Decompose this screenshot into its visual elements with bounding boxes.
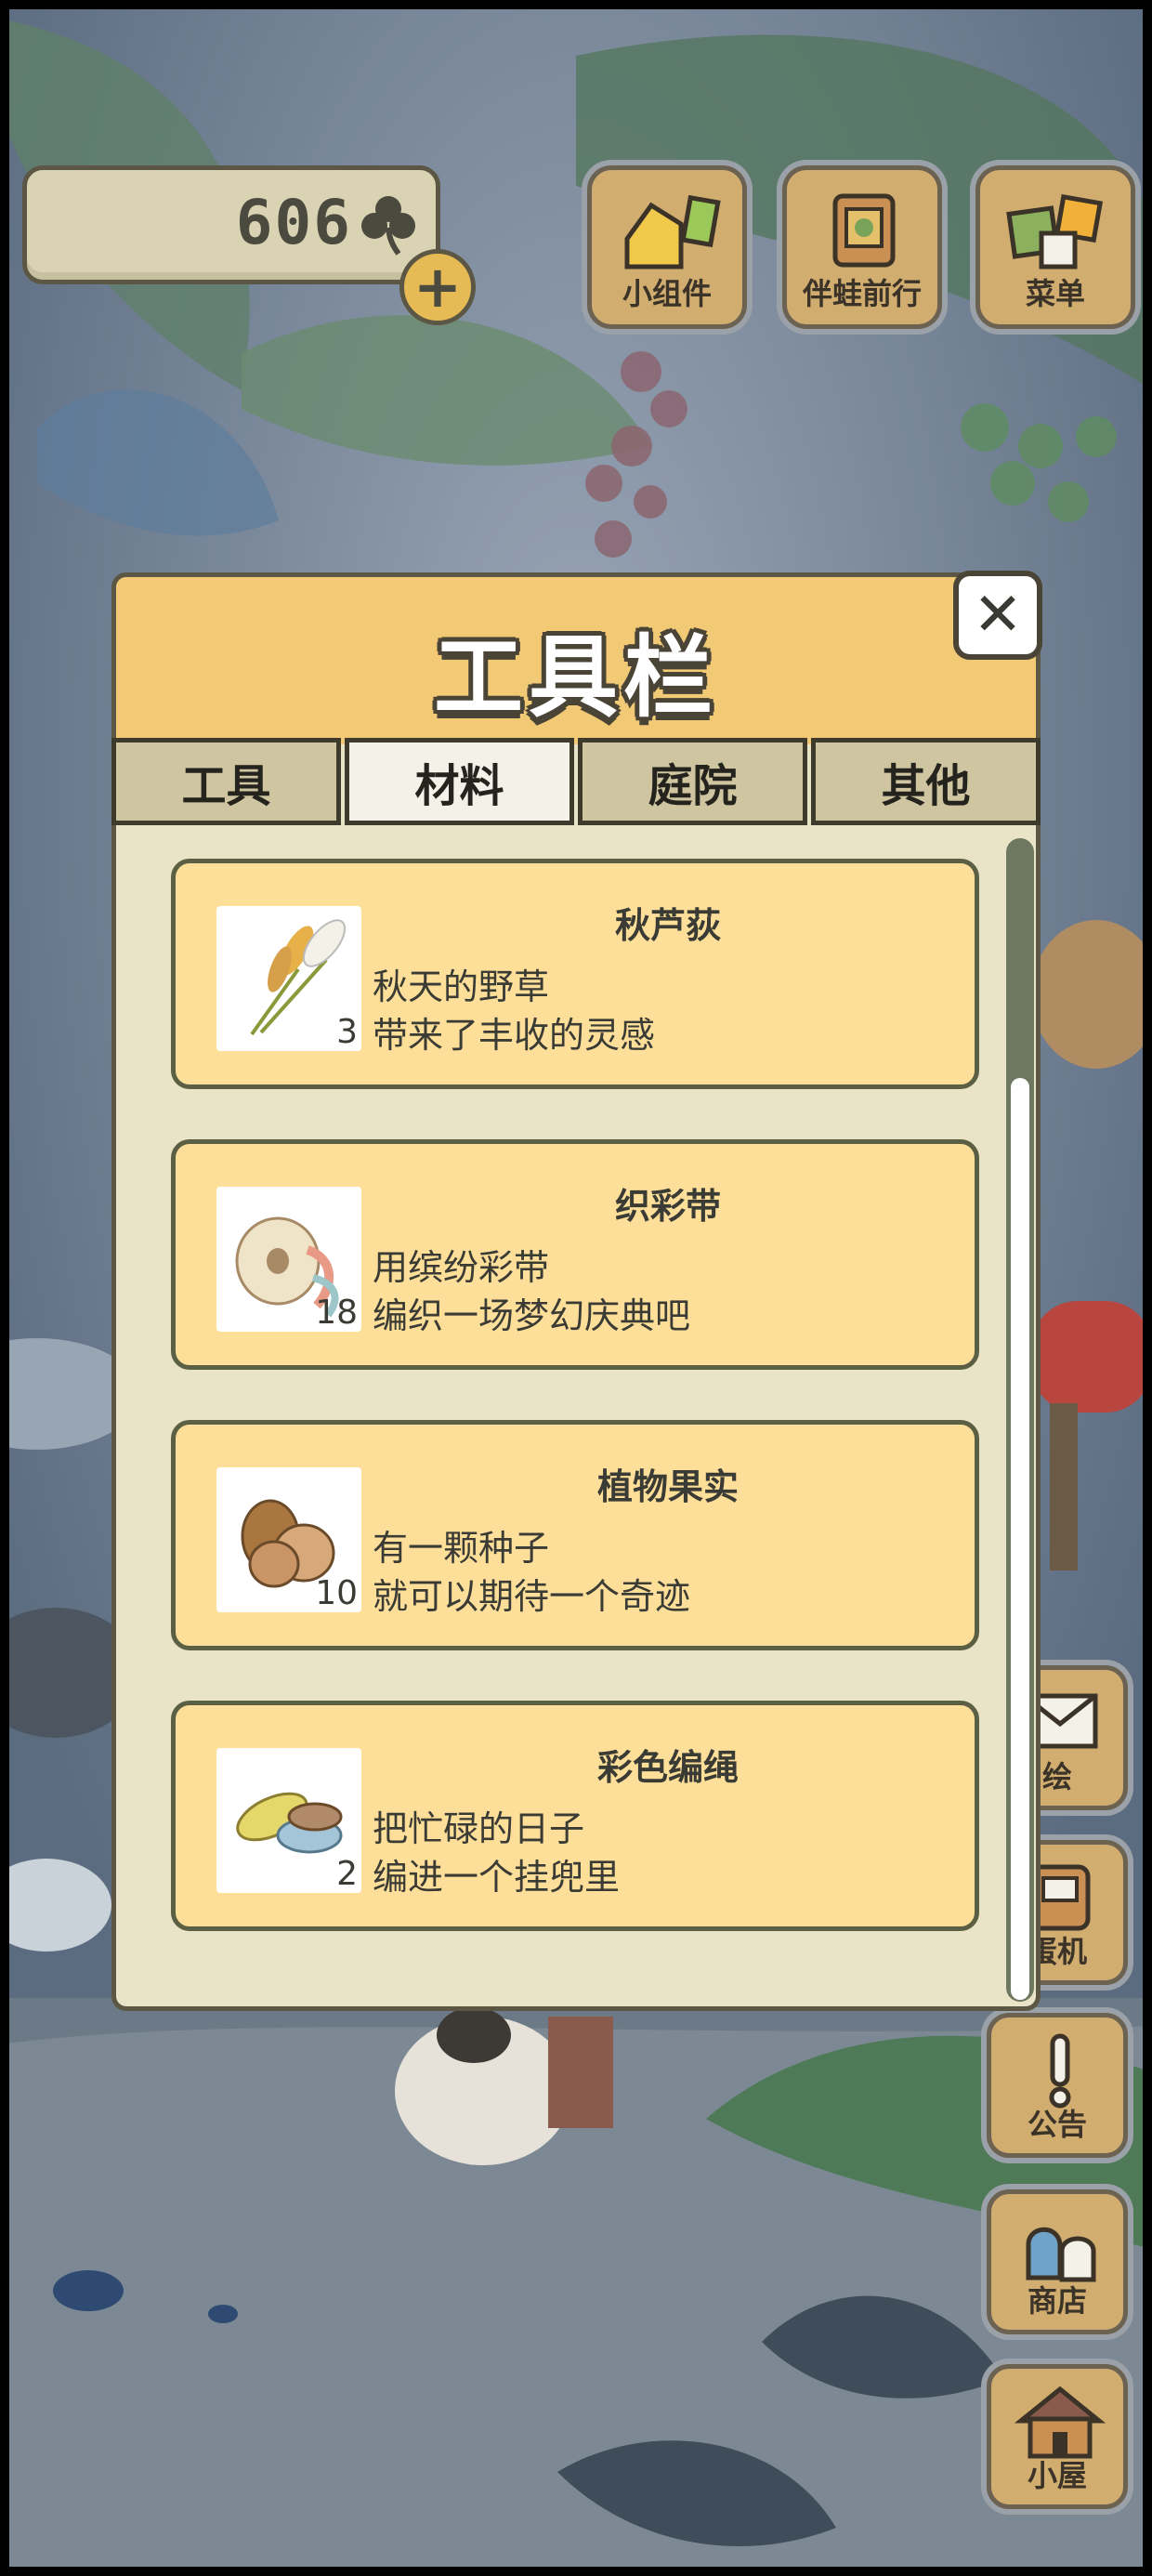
- tab-other[interactable]: 其他: [811, 738, 1041, 825]
- shop-button[interactable]: 商店: [987, 2189, 1128, 2334]
- rope-icon: [236, 1792, 343, 1854]
- scrollbar-thumb[interactable]: [1011, 1078, 1029, 2000]
- add-clover-button[interactable]: +: [399, 249, 476, 325]
- list-item[interactable]: 10 植物果实 有一颗种子 就可以期待一个奇迹: [171, 1420, 979, 1650]
- menu-icon: [1006, 193, 1104, 269]
- widget-button[interactable]: 小组件: [587, 165, 747, 329]
- tab-materials[interactable]: 材料: [345, 738, 574, 825]
- item-quantity: 2: [336, 1855, 358, 1893]
- list-item[interactable]: 18 织彩带 用缤纷彩带 编织一场梦幻庆典吧: [171, 1139, 979, 1370]
- tab-tools[interactable]: 工具: [111, 738, 341, 825]
- item-description-line1: 用缤纷彩带: [373, 1247, 550, 1288]
- item-description-line1: 秋天的野草: [373, 966, 550, 1007]
- item-description-line2: 就可以期待一个奇迹: [373, 1576, 691, 1617]
- house-icon: [1014, 2385, 1106, 2459]
- menu-button[interactable]: 菜单: [975, 165, 1135, 329]
- house-button-label: 小屋: [1027, 2458, 1087, 2493]
- journey-button-label: 伴蛙前行: [802, 276, 922, 311]
- notice-icon: [1049, 2033, 1071, 2109]
- item-description-line2: 编进一个挂兜里: [373, 1857, 621, 1898]
- house-button[interactable]: 小屋: [987, 2364, 1128, 2509]
- item-quantity: 3: [336, 1013, 358, 1051]
- item-description-line2: 编织一场梦幻庆典吧: [373, 1295, 691, 1336]
- item-quantity: 18: [315, 1294, 358, 1332]
- list-item[interactable]: 2 彩色编绳 把忙碌的日子 编进一个挂兜里: [171, 1701, 979, 1931]
- shop-icon: [1026, 2227, 1096, 2282]
- journey-icon: [832, 193, 896, 268]
- tab-yard[interactable]: 庭院: [578, 738, 807, 825]
- modal-header: 工具栏: [116, 577, 1036, 744]
- widget-button-label: 小组件: [622, 276, 712, 311]
- modal-title: 工具栏: [434, 625, 718, 729]
- item-thumbnail: 2: [216, 1748, 361, 1893]
- list-item[interactable]: 3 秋芦荻 秋天的野草 带来了丰收的灵感: [171, 859, 979, 1089]
- item-name: 秋芦荻: [614, 905, 721, 946]
- shop-button-label: 商店: [1027, 2283, 1087, 2319]
- notice-button[interactable]: 公告: [987, 2013, 1128, 2158]
- journey-button[interactable]: 伴蛙前行: [782, 165, 942, 329]
- item-name: 彩色编绳: [596, 1747, 739, 1788]
- item-description-line2: 带来了丰收的灵感: [373, 1015, 656, 1056]
- item-quantity: 10: [315, 1574, 358, 1612]
- item-name: 植物果实: [596, 1466, 739, 1507]
- clover-icon: [361, 196, 415, 256]
- item-thumbnail: 10: [216, 1467, 361, 1612]
- item-description-line1: 有一颗种子: [373, 1528, 550, 1569]
- close-button[interactable]: ✕: [953, 571, 1042, 660]
- notice-button-label: 公告: [1027, 2107, 1087, 2142]
- modal-tabs: 工具 材料 庭院 其他: [110, 738, 1042, 825]
- clover-counter: 606: [22, 165, 440, 284]
- menu-button-label: 菜单: [1025, 276, 1085, 311]
- item-description-line1: 把忙碌的日子: [373, 1808, 585, 1849]
- item-name: 织彩带: [614, 1186, 721, 1227]
- item-thumbnail: 18: [216, 1187, 361, 1332]
- item-thumbnail: 3: [216, 906, 361, 1051]
- widget-icon: [624, 194, 721, 269]
- clover-count: 606: [235, 187, 352, 258]
- reed-icon: [250, 919, 347, 1036]
